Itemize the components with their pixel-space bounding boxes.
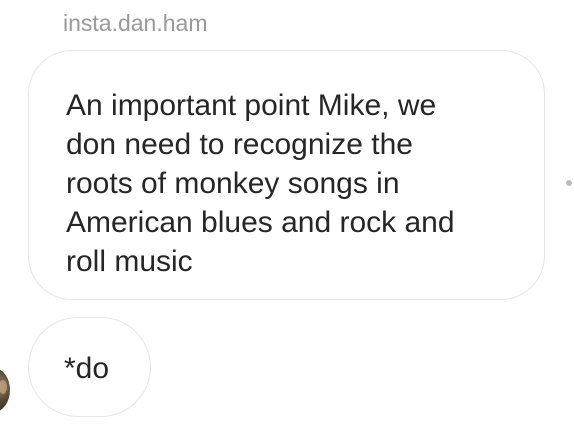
message-text-line: An important point Mike, we	[66, 89, 437, 122]
avatar-face-shape	[0, 380, 7, 394]
message-thread: insta.dan.ham An important point Mike, w…	[0, 0, 574, 424]
user-avatar[interactable]	[0, 368, 10, 412]
message-text-line: don need to recognize the	[66, 128, 413, 161]
message-text-line: roll music	[66, 245, 193, 278]
message-text-line: *do	[64, 352, 110, 385]
sender-username[interactable]: insta.dan.ham	[63, 8, 207, 38]
more-options-dot-icon[interactable]	[566, 180, 572, 186]
message-bubble[interactable]: *do	[28, 317, 151, 417]
message-text-line: American blues and rock and	[66, 206, 455, 239]
message-bubble[interactable]: An important point Mike, we don need to …	[28, 50, 545, 300]
message-text-line: roots of monkey songs in	[66, 167, 400, 200]
